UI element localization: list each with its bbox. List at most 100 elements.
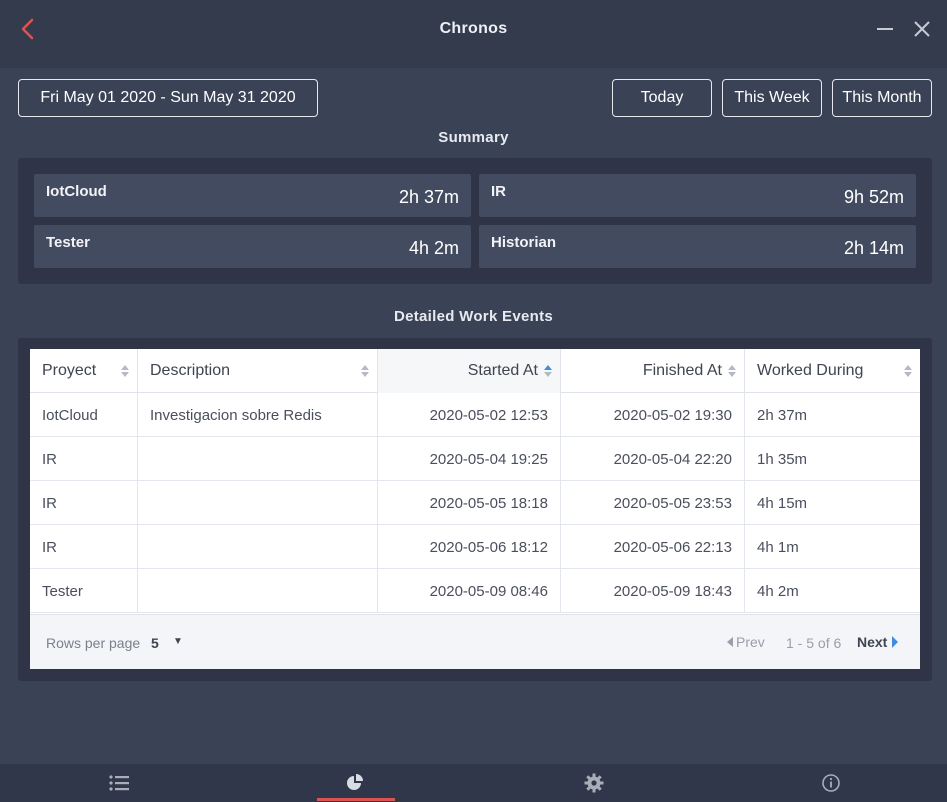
summary-project-time: 2h 14m (843, 238, 904, 258)
list-icon (109, 775, 129, 791)
table-header: Proyect Description Started At Finished … (30, 349, 920, 393)
today-button[interactable]: Today (612, 79, 712, 117)
title-bar: Chronos (0, 0, 947, 68)
cell-duration: 4h 15m (745, 481, 920, 525)
column-header-description[interactable]: Description (138, 349, 378, 393)
table-row[interactable]: IotCloud Investigacion sobre Redis 2020-… (30, 393, 920, 437)
cell-value: IotCloud (42, 406, 98, 424)
gear-icon (584, 773, 604, 793)
close-button[interactable] (911, 18, 933, 40)
bottom-nav (0, 764, 947, 802)
cell-value: 2020-05-04 19:25 (429, 450, 548, 468)
cell-finished: 2020-05-05 23:53 (561, 481, 745, 525)
rows-per-page-label: Rows per page (46, 635, 141, 651)
cell-value: IR (42, 450, 57, 468)
summary-project-name: IotCloud (46, 183, 107, 200)
cell-description (138, 569, 378, 613)
cell-value: 2020-05-02 19:30 (613, 406, 732, 424)
cell-description: Investigacion sobre Redis (138, 393, 378, 437)
nav-item-about[interactable] (791, 764, 871, 802)
cell-value: IR (42, 538, 57, 556)
summary-card: IR 9h 52m (479, 174, 916, 217)
cell-duration: 1h 35m (745, 437, 920, 481)
summary-card: Historian 2h 14m (479, 225, 916, 268)
cell-value: 2020-05-06 18:12 (429, 538, 548, 556)
pagination-bar: Rows per page 5 ▼ Prev 1 - 5 of 6 Next (30, 614, 920, 669)
cell-project: IR (30, 437, 138, 481)
cell-project: IR (30, 525, 138, 569)
summary-card: Tester 4h 2m (34, 225, 471, 268)
column-header-finished[interactable]: Finished At (561, 349, 745, 393)
events-panel: Proyect Description Started At Finished … (18, 338, 932, 681)
cell-finished: 2020-05-02 19:30 (561, 393, 745, 437)
sort-ascending-icon (544, 365, 552, 377)
column-header-project[interactable]: Proyect (30, 349, 138, 393)
cell-value: 4h 2m (757, 582, 799, 600)
minimize-icon (877, 28, 893, 30)
cell-started: 2020-05-06 18:12 (378, 525, 561, 569)
summary-project-time: 2h 37m (398, 187, 459, 207)
summary-project-time: 9h 52m (843, 187, 904, 207)
cell-value: 2020-05-04 22:20 (613, 450, 732, 468)
cell-project: IotCloud (30, 393, 138, 437)
nav-item-summary[interactable] (315, 764, 395, 802)
cell-description (138, 481, 378, 525)
column-header-label: Worked During (757, 362, 864, 379)
cell-description (138, 525, 378, 569)
nav-item-settings[interactable] (554, 764, 634, 802)
next-page-label: Next (857, 634, 888, 650)
cell-started: 2020-05-02 12:53 (378, 393, 561, 437)
cell-value: 2020-05-09 18:43 (613, 582, 732, 600)
cell-value: 2020-05-09 08:46 (429, 582, 548, 600)
cell-finished: 2020-05-06 22:13 (561, 525, 745, 569)
cell-started: 2020-05-04 19:25 (378, 437, 561, 481)
cell-value: 2020-05-06 22:13 (613, 538, 732, 556)
minimize-button[interactable] (874, 18, 896, 40)
cell-value: 4h 1m (757, 538, 799, 556)
cell-duration: 2h 37m (745, 393, 920, 437)
cell-started: 2020-05-09 08:46 (378, 569, 561, 613)
summary-project-name: IR (491, 183, 506, 200)
cell-value: 2h 37m (757, 406, 808, 424)
cell-value: 2020-05-02 12:53 (429, 406, 548, 424)
next-page-button[interactable]: Next (857, 634, 899, 650)
caret-right-icon (892, 636, 899, 648)
cell-finished: 2020-05-09 18:43 (561, 569, 745, 613)
table-row[interactable]: IR 2020-05-05 18:18 2020-05-05 23:53 4h … (30, 481, 920, 525)
this-month-button[interactable]: This Month (832, 79, 932, 117)
rows-per-page-select[interactable]: 5 (151, 635, 159, 651)
caret-down-icon[interactable]: ▼ (173, 636, 183, 647)
table-row[interactable]: IR 2020-05-04 19:25 2020-05-04 22:20 1h … (30, 437, 920, 481)
this-week-button[interactable]: This Week (722, 79, 822, 117)
sort-icon (121, 365, 129, 377)
prev-page-label: Prev (736, 634, 765, 650)
cell-started: 2020-05-05 18:18 (378, 481, 561, 525)
sort-icon (361, 365, 369, 377)
table-row[interactable]: IR 2020-05-06 18:12 2020-05-06 22:13 4h … (30, 525, 920, 569)
sort-icon (728, 365, 736, 377)
events-table: Proyect Description Started At Finished … (30, 349, 920, 669)
column-header-label: Description (150, 362, 231, 379)
nav-item-events[interactable] (79, 764, 159, 802)
date-range-picker[interactable]: Fri May 01 2020 - Sun May 31 2020 (18, 79, 318, 117)
prev-page-button[interactable]: Prev (727, 634, 765, 650)
cell-finished: 2020-05-04 22:20 (561, 437, 745, 481)
cell-value: 2020-05-05 23:53 (613, 494, 732, 512)
sort-icon (904, 365, 912, 377)
cell-description (138, 437, 378, 481)
column-header-duration[interactable]: Worked During (745, 349, 920, 393)
summary-project-time: 4h 2m (408, 238, 459, 258)
summary-project-name: Tester (46, 234, 90, 251)
table-row[interactable]: Tester 2020-05-09 08:46 2020-05-09 18:43… (30, 569, 920, 613)
column-header-label: Proyect (42, 362, 97, 379)
cell-duration: 4h 1m (745, 525, 920, 569)
cell-value: Investigacion sobre Redis (150, 406, 322, 424)
caret-left-icon (727, 637, 733, 647)
column-header-started[interactable]: Started At (378, 349, 561, 393)
summary-panel: IotCloud 2h 37m IR 9h 52m Tester 4h 2m H… (18, 158, 932, 284)
close-icon (914, 21, 930, 37)
cell-value: 1h 35m (757, 450, 808, 468)
summary-card: IotCloud 2h 37m (34, 174, 471, 217)
cell-duration: 4h 2m (745, 569, 920, 613)
cell-project: IR (30, 481, 138, 525)
